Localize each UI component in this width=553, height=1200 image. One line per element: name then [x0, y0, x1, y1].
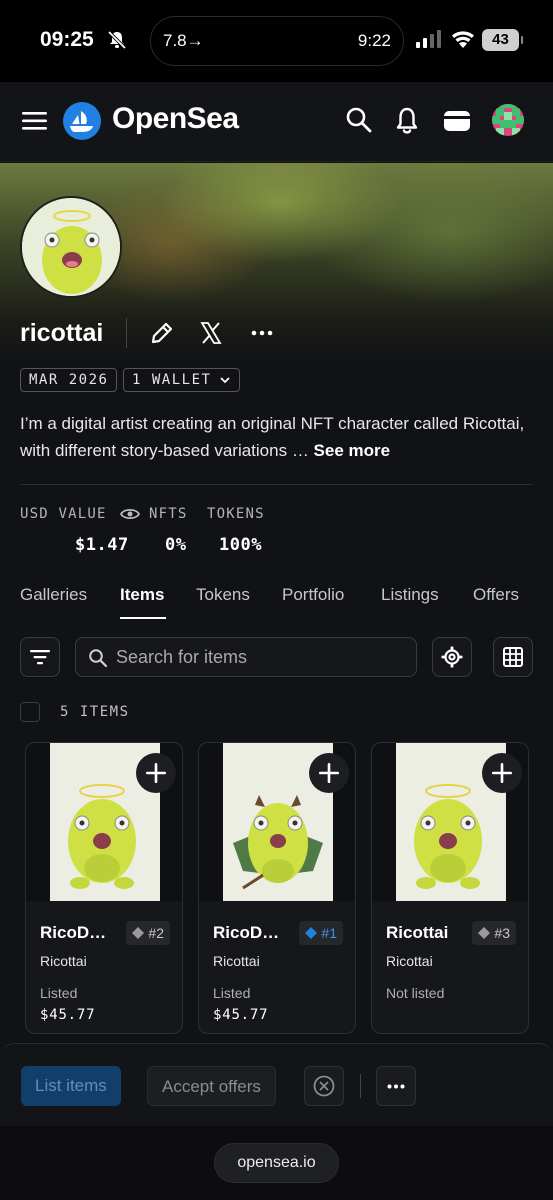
rarity-rank-badge: #3: [472, 921, 516, 945]
island-right-text: 9:22: [357, 31, 391, 50]
stat-value-tokens: 100%: [219, 535, 262, 555]
filter-icon: [30, 650, 50, 665]
chevron-down-icon: [220, 377, 231, 384]
settings-button[interactable]: [432, 637, 472, 677]
more-options-icon[interactable]: [251, 330, 273, 336]
signal-icon: [416, 30, 441, 48]
rarity-rank-badge: #1: [299, 921, 343, 945]
add-to-cart-button[interactable]: [136, 753, 176, 793]
browser-bottom-bar: opensea.io: [0, 1126, 553, 1200]
stat-value-usd: $1.47: [75, 535, 129, 555]
item-collection[interactable]: Ricottai: [213, 953, 260, 969]
battery-indicator: 43: [482, 29, 523, 51]
profile-username: ricottai: [20, 319, 104, 347]
rarity-rank-badge: #2: [126, 921, 170, 945]
app-header: OpenSea: [0, 82, 553, 162]
tab-listings[interactable]: Listings: [381, 585, 439, 605]
select-all-checkbox[interactable]: [20, 702, 40, 722]
search-placeholder: Search for items: [116, 647, 248, 667]
item-image[interactable]: [199, 743, 355, 901]
tab-galleries[interactable]: Galleries: [20, 585, 87, 605]
profile-picture: [20, 196, 122, 298]
stat-label-tokens: TOKENS: [207, 506, 265, 522]
see-more-link[interactable]: See more: [314, 441, 391, 460]
items-count: 5 ITEMS: [60, 704, 130, 720]
search-input[interactable]: Search for items: [75, 637, 417, 677]
diamond-icon: [478, 927, 491, 939]
accept-offers-button[interactable]: Accept offers: [147, 1066, 276, 1106]
item-price: $45.77: [213, 1007, 269, 1023]
wallet-icon[interactable]: [443, 108, 471, 134]
item-listing-status: Listed: [40, 985, 78, 1001]
wallet-dropdown-label: 1 WALLET: [132, 372, 212, 388]
close-circle-icon: [313, 1075, 335, 1097]
url-address-bar[interactable]: opensea.io: [214, 1143, 339, 1183]
divider: [360, 1074, 361, 1098]
island-left-text: 7.8→: [163, 31, 204, 50]
filter-button[interactable]: [20, 637, 60, 677]
more-options-icon: [387, 1084, 405, 1088]
tab-tokens[interactable]: Tokens: [196, 585, 250, 605]
item-name[interactable]: RicoD…: [213, 923, 279, 943]
notification-bell-icon[interactable]: [395, 106, 419, 136]
diamond-icon: [305, 927, 318, 939]
item-listing-status: Not listed: [386, 985, 445, 1001]
opensea-logo-icon[interactable]: [63, 102, 101, 140]
add-to-cart-button[interactable]: [309, 753, 349, 793]
item-card[interactable]: Ricottai #3 Ricottai Not listed: [371, 742, 529, 1034]
item-image[interactable]: [372, 743, 528, 901]
gear-icon: [441, 646, 463, 668]
plus-icon: [492, 763, 512, 783]
cancel-listings-button[interactable]: [304, 1066, 344, 1106]
joined-date-chip: MAR 2026: [20, 368, 118, 392]
stat-label-nfts: NFTS: [149, 506, 188, 522]
tab-offers[interactable]: Offers: [473, 585, 519, 605]
grid-view-button[interactable]: [493, 637, 533, 677]
divider: [20, 484, 533, 485]
wifi-icon: [452, 31, 474, 48]
tab-portfolio[interactable]: Portfolio: [282, 585, 344, 605]
tab-items[interactable]: Items: [120, 585, 164, 605]
status-bar: 09:25 7.8→ 9:22 43: [0, 0, 553, 82]
search-icon[interactable]: [345, 106, 373, 134]
user-avatar[interactable]: [492, 104, 524, 136]
eye-icon[interactable]: [120, 507, 141, 521]
item-collection[interactable]: Ricottai: [40, 953, 87, 969]
item-collection[interactable]: Ricottai: [386, 953, 433, 969]
item-name[interactable]: RicoD…: [40, 923, 106, 943]
brand-name[interactable]: OpenSea: [112, 102, 239, 136]
hamburger-menu-icon[interactable]: [22, 110, 48, 132]
add-to-cart-button[interactable]: [482, 753, 522, 793]
item-card[interactable]: RicoD… #1 Ricottai Listed $45.77: [198, 742, 356, 1034]
item-price: $45.77: [40, 1007, 96, 1023]
grid-icon: [503, 647, 523, 667]
edit-pencil-icon[interactable]: [150, 320, 174, 346]
bell-muted-icon: [107, 30, 127, 50]
profile-bio: I’m a digital artist creating an origina…: [20, 410, 540, 464]
divider: [126, 318, 127, 348]
wallet-dropdown[interactable]: 1 WALLET: [123, 368, 241, 392]
list-items-button[interactable]: List items: [21, 1066, 121, 1106]
active-tab-indicator: [120, 617, 166, 619]
more-actions-button[interactable]: [376, 1066, 416, 1106]
bio-text: I’m a digital artist creating an origina…: [20, 414, 525, 460]
stat-label-usd-value: USD VALUE: [20, 506, 141, 522]
item-name[interactable]: Ricottai: [386, 923, 448, 943]
plus-icon: [319, 763, 339, 783]
item-image[interactable]: [26, 743, 182, 901]
search-icon: [89, 649, 108, 668]
status-time: 09:25: [40, 28, 94, 51]
x-twitter-icon[interactable]: [200, 320, 222, 346]
stat-value-nfts: 0%: [165, 535, 187, 555]
plus-icon: [146, 763, 166, 783]
item-listing-status: Listed: [213, 985, 251, 1001]
item-card[interactable]: RicoD… #2 Ricottai Listed $45.77: [25, 742, 183, 1034]
bulk-action-bar: List items Accept offers: [0, 1043, 553, 1133]
diamond-icon: [132, 927, 145, 939]
dynamic-island: 7.8→ 9:22: [150, 16, 404, 66]
